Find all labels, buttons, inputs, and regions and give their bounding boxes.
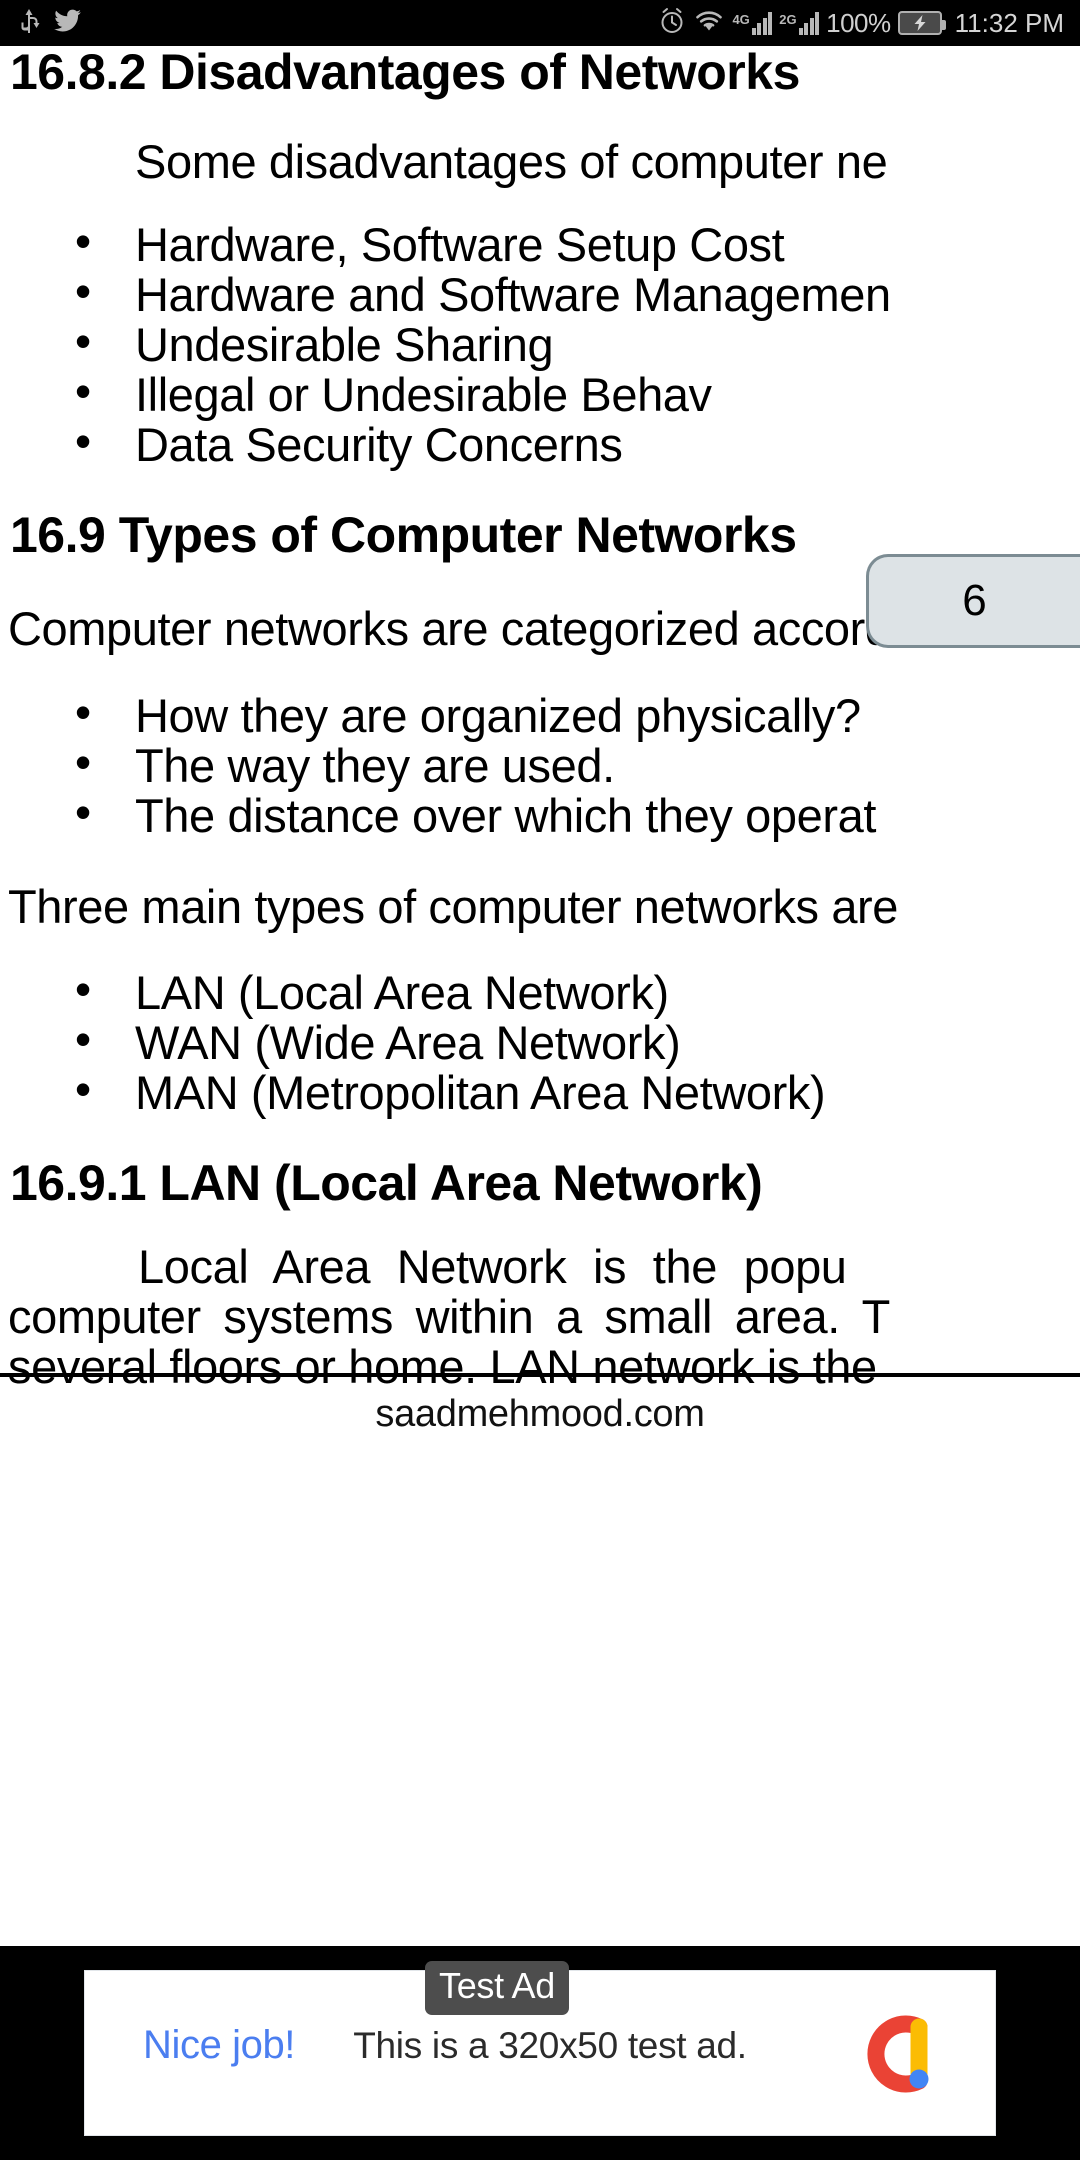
- signal-4g-icon: 4G: [732, 11, 773, 35]
- signal-4g-bars: [751, 11, 773, 35]
- list-item: The way they are used.: [0, 737, 876, 791]
- signal-2g-label: 2G: [779, 12, 797, 27]
- list-disadvantages: Hardware, Software Setup Cost Hardware a…: [0, 216, 891, 470]
- page-number-label: 6: [962, 576, 987, 625]
- list-item: Data Security Concerns: [0, 416, 891, 470]
- heading-16-8-2: 16.8.2 Disadvantages of Networks: [10, 46, 800, 100]
- admob-logo: [857, 2005, 953, 2101]
- list-item: The distance over which they operat: [0, 787, 876, 841]
- clock-label: 11:32 PM: [954, 7, 1064, 38]
- ad-body-text: This is a 320x50 test ad.: [353, 2025, 747, 2066]
- list-item: Illegal or Undesirable Behav: [0, 366, 891, 420]
- signal-2g-bars: [798, 11, 820, 35]
- alarm-icon: [658, 7, 686, 40]
- ad-banner[interactable]: Test Ad Nice job! This is a 320x50 test …: [84, 1961, 996, 2136]
- footer-site-label: saadmehmood.com: [375, 1393, 705, 1435]
- document-viewer[interactable]: 16.8.2 Disadvantages of Networks Some di…: [0, 46, 1080, 1946]
- list-item: How they are organized physically?: [0, 687, 876, 741]
- heading-16-9: 16.9 Types of Computer Networks: [10, 507, 797, 563]
- paragraph-disadvantages-intro: Some disadvantages of computer ne: [135, 135, 888, 188]
- signal-4g-label: 4G: [732, 12, 750, 27]
- footer-divider: [0, 1373, 1080, 1377]
- list-item: WAN (Wide Area Network): [0, 1014, 825, 1068]
- battery-charging-icon: [897, 11, 946, 35]
- status-bar-left-icons: [0, 7, 82, 40]
- usb-icon: [18, 7, 40, 40]
- paragraph-three-types-intro: Three main types of computer networks ar…: [8, 880, 899, 933]
- paragraph-lan-description: Local Area Network is the popu computer …: [8, 1242, 890, 1392]
- status-bar-right-icons: 4G 2G 100% 11:32 PM: [658, 7, 1080, 40]
- list-criteria: How they are organized physically? The w…: [0, 687, 876, 841]
- heading-16-9-1: 16.9.1 LAN (Local Area Network): [10, 1155, 763, 1211]
- paragraph-line: Local Area Network is the popu: [138, 1240, 847, 1293]
- page-number-badge[interactable]: 6: [866, 554, 1080, 648]
- ad-banner-container: Test Ad Nice job! This is a 320x50 test …: [0, 1946, 1080, 2160]
- ad-test-label: Test Ad: [425, 1961, 569, 2015]
- paragraph-line: computer systems within a small area. T: [8, 1290, 890, 1343]
- list-network-types: LAN (Local Area Network) WAN (Wide Area …: [0, 964, 826, 1118]
- list-item: MAN (Metropolitan Area Network): [0, 1064, 826, 1118]
- list-item: Undesirable Sharing: [0, 316, 891, 370]
- phone-screen: 4G 2G 100% 11:32 PM 16.8.2 Disadvantages…: [0, 0, 1080, 2160]
- list-item: Hardware and Software Managemen: [0, 266, 891, 320]
- signal-2g-icon: 2G: [779, 11, 820, 35]
- status-bar: 4G 2G 100% 11:32 PM: [0, 0, 1080, 46]
- list-item: Hardware, Software Setup Cost: [0, 216, 891, 270]
- twitter-icon: [54, 9, 82, 38]
- list-item: LAN (Local Area Network): [0, 964, 825, 1018]
- paragraph-categorized-intro: Computer networks are categorized accord: [8, 602, 891, 655]
- ad-headline-link[interactable]: Nice job!: [143, 2023, 295, 2068]
- battery-percent-label: 100%: [826, 7, 891, 38]
- wifi-icon: [693, 8, 725, 39]
- paragraph-line: several floors or home. LAN network is t…: [8, 1340, 877, 1393]
